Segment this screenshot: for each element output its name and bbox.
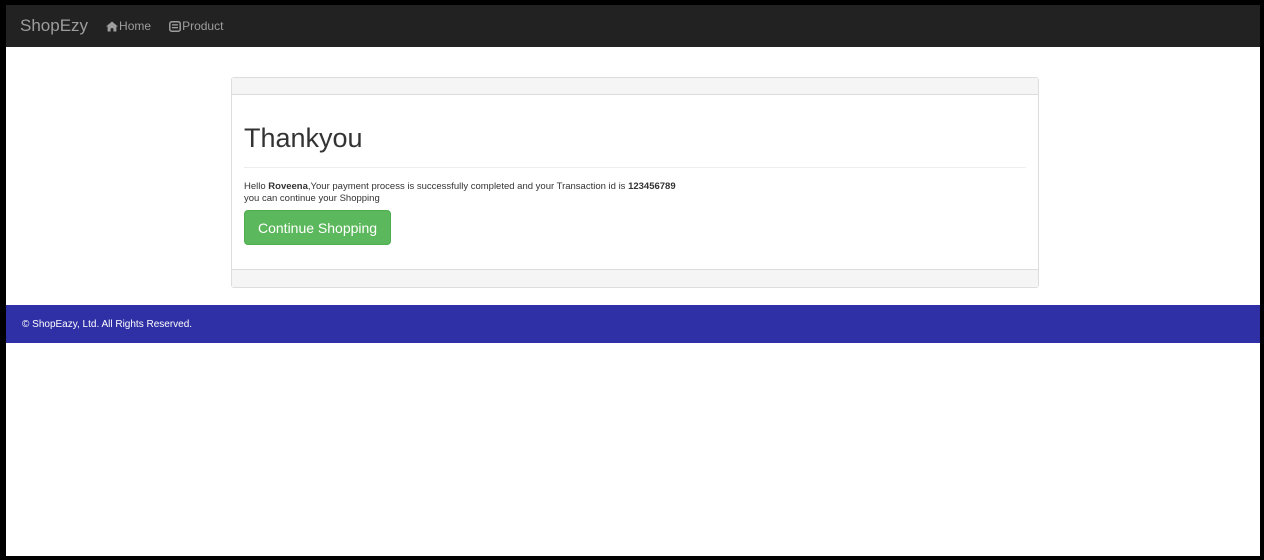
- title-divider: [244, 167, 1026, 168]
- browser-viewport: ShopEzy Home Product Thankyou Hello Rove…: [6, 5, 1260, 556]
- continue-message: you can continue your Shopping: [244, 193, 380, 204]
- page-title: Thankyou: [244, 123, 363, 153]
- panel-heading: [232, 78, 1038, 95]
- nav-product-link[interactable]: Product: [169, 19, 223, 33]
- continue-shopping-button[interactable]: Continue Shopping: [244, 210, 392, 245]
- thankyou-panel: Thankyou Hello Roveena,Your payment proc…: [231, 77, 1039, 288]
- customer-name: Roveena: [268, 181, 308, 192]
- top-navbar: ShopEzy Home Product: [6, 5, 1260, 47]
- transaction-id: 123456789: [628, 181, 676, 192]
- payment-message: ,Your payment process is successfully co…: [307, 181, 629, 192]
- product-icon: [169, 20, 182, 32]
- nav-home-label: Home: [119, 19, 152, 33]
- panel-body: Thankyou Hello Roveena,Your payment proc…: [232, 95, 1038, 245]
- greeting-prefix: Hello: [244, 181, 269, 192]
- nav-product-label: Product: [182, 19, 224, 33]
- copyright-text: © ShopEazy, Ltd. All Rights Reserved.: [22, 318, 193, 330]
- home-icon: [106, 21, 119, 31]
- panel-footer: [232, 269, 1038, 287]
- page-footer: © ShopEazy, Ltd. All Rights Reserved.: [6, 305, 1260, 343]
- brand-link[interactable]: ShopEzy: [6, 16, 106, 36]
- confirmation-message: Hello Roveena,Your payment process is su…: [244, 181, 1026, 193]
- nav-home-link[interactable]: Home: [106, 19, 151, 33]
